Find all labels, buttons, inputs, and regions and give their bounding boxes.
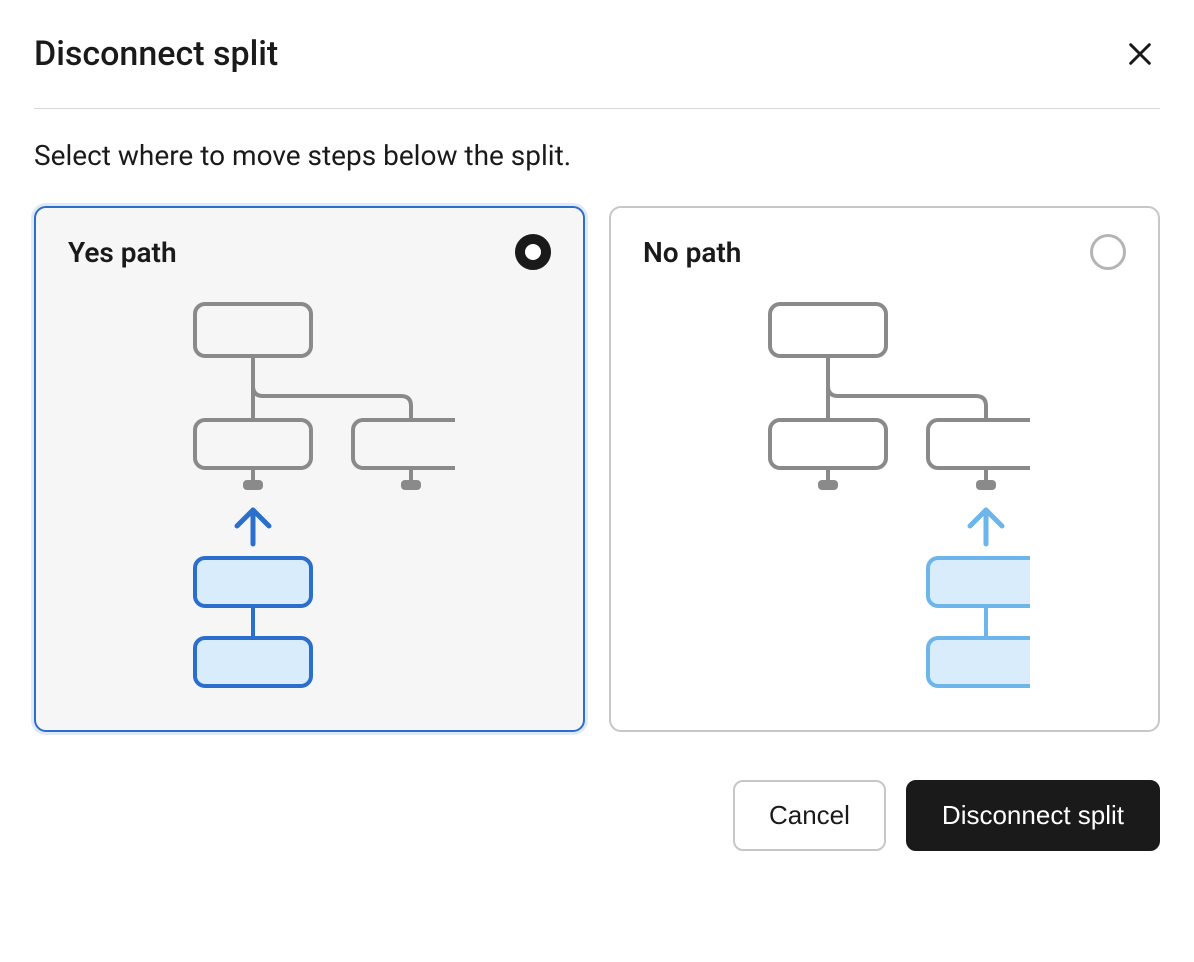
cancel-button[interactable]: Cancel [733,780,886,851]
flowchart-no-icon [740,294,1030,694]
close-button[interactable] [1120,34,1160,74]
path-options: Yes path [34,206,1160,732]
dialog-title: Disconnect split [34,34,278,74]
flowchart-yes-icon [165,294,455,694]
option-yes-path[interactable]: Yes path [34,206,585,732]
dialog-footer: Cancel Disconnect split [34,780,1160,851]
close-icon [1126,40,1154,68]
option-header: Yes path [68,234,551,270]
yes-path-diagram [68,294,551,694]
option-no-label: No path [643,236,741,269]
option-header: No path [643,234,1126,270]
radio-no[interactable] [1090,234,1126,270]
radio-yes[interactable] [515,234,551,270]
confirm-button[interactable]: Disconnect split [906,780,1160,851]
option-yes-label: Yes path [68,236,177,269]
option-no-path[interactable]: No path [609,206,1160,732]
dialog-instruction: Select where to move steps below the spl… [34,139,1160,172]
no-path-diagram [643,294,1126,694]
dialog-header: Disconnect split [34,34,1160,109]
